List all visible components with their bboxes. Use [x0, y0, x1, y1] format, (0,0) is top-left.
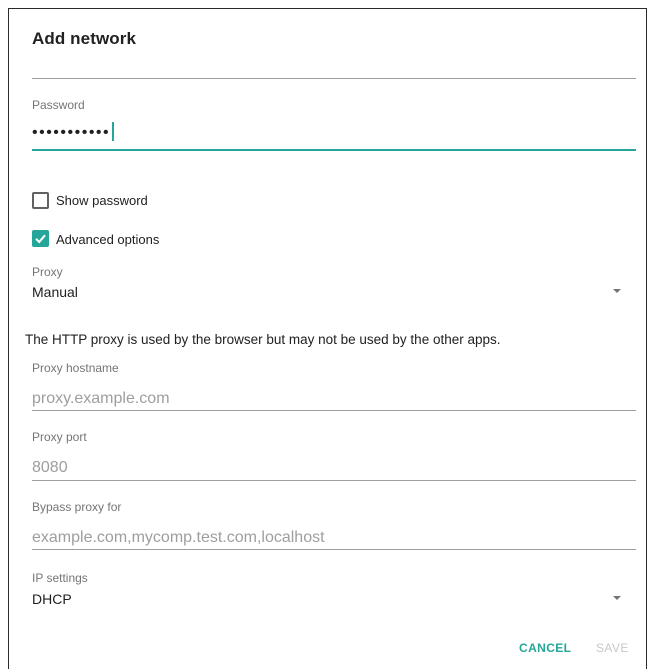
checkmark-icon	[35, 234, 46, 244]
proxy-port-input[interactable]: 8080	[32, 459, 68, 477]
bypass-proxy-label: Bypass proxy for	[32, 500, 122, 514]
password-underline-focused	[32, 149, 636, 151]
save-button[interactable]: SAVE	[596, 641, 629, 655]
show-password-label[interactable]: Show password	[56, 193, 148, 208]
password-masked-value: •••••••••••	[32, 124, 111, 141]
proxy-port-underline	[32, 480, 636, 481]
proxy-hostname-label: Proxy hostname	[32, 361, 119, 375]
proxy-selected-value: Manual	[32, 284, 78, 300]
show-password-checkbox[interactable]	[32, 192, 49, 209]
proxy-info-text: The HTTP proxy is used by the browser bu…	[25, 332, 501, 347]
cancel-button[interactable]: CANCEL	[519, 641, 571, 655]
text-cursor	[112, 122, 115, 141]
password-label: Password	[32, 98, 85, 112]
password-input[interactable]: •••••••••••	[32, 122, 115, 143]
proxy-label: Proxy	[32, 265, 63, 279]
ip-settings-dropdown-arrow-icon	[613, 596, 621, 600]
proxy-hostname-underline	[32, 410, 636, 411]
bypass-proxy-underline	[32, 549, 636, 550]
advanced-options-label[interactable]: Advanced options	[56, 232, 159, 247]
proxy-hostname-input[interactable]: proxy.example.com	[32, 390, 170, 408]
bypass-proxy-input[interactable]: example.com,mycomp.test.com,localhost	[32, 529, 325, 547]
ip-settings-selected-value: DHCP	[32, 591, 72, 607]
advanced-options-checkbox[interactable]	[32, 230, 49, 247]
proxy-dropdown-arrow-icon	[613, 289, 621, 293]
ip-settings-dropdown[interactable]	[32, 586, 636, 610]
ip-settings-label: IP settings	[32, 571, 88, 585]
proxy-port-label: Proxy port	[32, 430, 87, 444]
network-name-underline	[32, 78, 636, 79]
dialog-title: Add network	[32, 29, 137, 48]
proxy-dropdown[interactable]	[32, 280, 636, 304]
network-name-input[interactable]	[32, 50, 636, 78]
